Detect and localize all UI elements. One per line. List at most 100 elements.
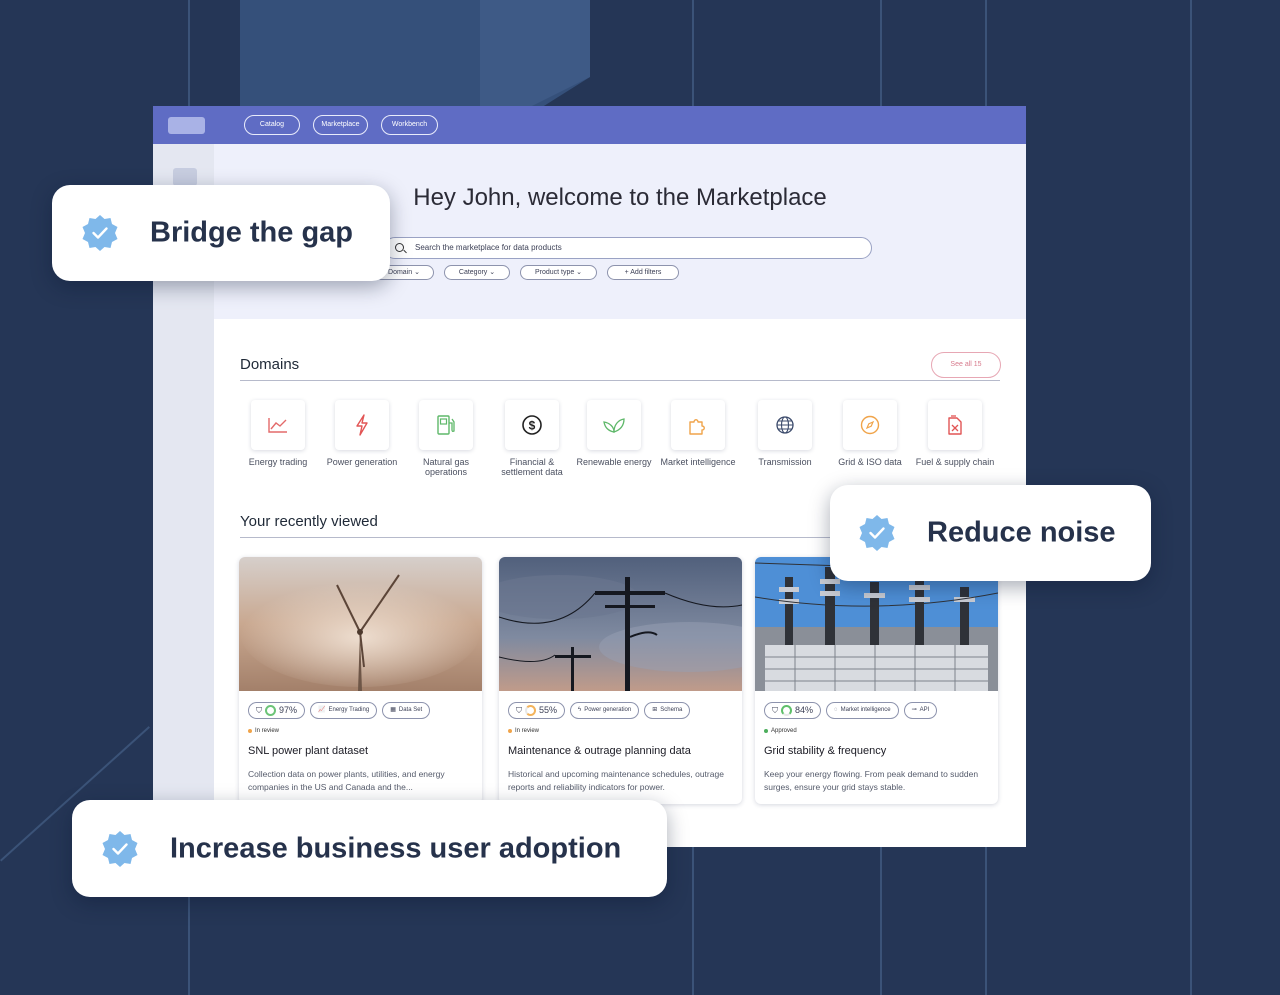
shield-check-icon: ⛉	[256, 706, 262, 715]
card-description: Collection data on power plants, utiliti…	[248, 769, 445, 792]
domain-label: Grid & ISO data	[838, 457, 902, 467]
domain-grid-iso[interactable]: Grid & ISO data	[830, 400, 910, 467]
chart-line-icon: 📈	[318, 707, 326, 713]
domain-financial[interactable]: $ Financial & settlement data	[492, 400, 572, 477]
domain-chip: ◌ Market intelligence	[826, 702, 899, 719]
type-chip: ⊞ Schema	[644, 702, 691, 719]
type-chip: ⊸ API	[903, 702, 938, 719]
score-ring	[781, 705, 792, 716]
domain-chip: ϟ Power generation	[570, 702, 640, 719]
globe-icon	[758, 400, 812, 450]
table-icon: ▦	[390, 707, 396, 713]
shield-check-icon: ⛉	[516, 706, 522, 715]
domain-chip: 📈 Energy Trading	[310, 702, 378, 719]
domain-label: Energy trading	[248, 457, 308, 467]
svg-text:$: $	[529, 419, 536, 433]
filter-category[interactable]: Category ⌄	[444, 265, 510, 280]
status-badge: Approved	[764, 728, 797, 734]
domain-label: Transmission	[758, 457, 812, 467]
search-icon	[395, 243, 404, 252]
domain-label: Fuel & supply chain	[915, 457, 995, 467]
type-tag: Data Set	[398, 707, 423, 713]
dollar-icon: $	[505, 400, 559, 450]
quality-score-chip: ⛉ 84%	[764, 702, 822, 719]
status-text: Approved	[771, 728, 797, 734]
status-badge: In review	[508, 728, 539, 734]
product-card[interactable]: ⛉ 84% ◌ Market intelligence ⊸ API Approv…	[755, 557, 998, 804]
status-dot	[764, 729, 768, 733]
search-input[interactable]: Search the marketplace for data products	[384, 237, 872, 259]
card-chips: ⛉ 97% 📈 Energy Trading ▦ Data Set	[248, 702, 431, 720]
wind-turbine-image	[239, 557, 482, 691]
card-chips: ⛉ 55% ϟ Power generation ⊞ Schema	[508, 702, 691, 720]
domain-label: Financial & settlement data	[501, 457, 563, 477]
power-pole-image	[499, 557, 742, 691]
compass-icon	[843, 400, 897, 450]
bolt-icon: ϟ	[578, 707, 582, 713]
domain-tag: Energy Trading	[328, 707, 370, 713]
quality-score-chip: ⛉ 97%	[248, 702, 306, 719]
schema-icon: ⊞	[652, 707, 658, 713]
type-chip: ▦ Data Set	[382, 702, 431, 719]
score-ring	[525, 705, 536, 716]
background-line	[1190, 0, 1192, 995]
card-title: Grid stability & frequency	[764, 745, 887, 757]
domain-market-intelligence[interactable]: Market intelligence	[658, 400, 738, 467]
nav-marketplace[interactable]: Marketplace	[313, 115, 368, 135]
status-dot	[248, 729, 252, 733]
domain-power-generation[interactable]: Power generation	[322, 400, 402, 467]
type-tag: API	[919, 707, 930, 713]
callout-bridge-the-gap: Bridge the gap	[52, 185, 390, 281]
callout-text: Bridge the gap	[150, 216, 354, 249]
app-logo[interactable]	[168, 117, 205, 134]
product-card[interactable]: ⛉ 55% ϟ Power generation ⊞ Schema In rev…	[499, 557, 742, 804]
quality-score: 55%	[539, 705, 558, 715]
puzzle-icon	[671, 400, 725, 450]
see-all-button[interactable]: See all 15	[931, 352, 1001, 378]
add-filters-button[interactable]: + Add filters	[607, 265, 679, 280]
verified-check-icon	[82, 215, 118, 251]
callout-adoption: Increase business user adoption	[72, 800, 667, 897]
domain-natural-gas[interactable]: Natural gas operations	[406, 400, 486, 477]
status-text: In review	[515, 728, 540, 734]
status-dot	[508, 729, 512, 733]
fuel-pump-icon	[419, 400, 473, 450]
domain-tag: Power generation	[584, 707, 632, 713]
quality-score: 97%	[279, 705, 298, 715]
domain-energy-trading[interactable]: Energy trading	[238, 400, 318, 467]
chart-line-icon	[251, 400, 305, 450]
domain-tag: Market intelligence	[840, 707, 891, 713]
status-text: In review	[255, 728, 280, 734]
domain-renewable[interactable]: Renewable energy	[574, 400, 654, 467]
domains-heading: Domains	[240, 356, 300, 373]
top-navigation-bar: Catalog Marketplace Workbench	[153, 106, 1026, 144]
verified-check-icon	[102, 830, 138, 867]
search-placeholder: Search the marketplace for data products	[415, 243, 562, 252]
product-card[interactable]: ⛉ 97% 📈 Energy Trading ▦ Data Set In rev…	[239, 557, 482, 804]
status-badge: In review	[248, 728, 279, 734]
card-description: Keep your energy flowing. From peak dema…	[764, 769, 979, 792]
filter-product-type[interactable]: Product type ⌄	[520, 265, 597, 280]
domain-transmission[interactable]: Transmission	[745, 400, 825, 467]
domain-label: Power generation	[326, 457, 398, 467]
callout-text: Reduce noise	[927, 516, 1116, 549]
shield-check-icon: ⛉	[772, 706, 778, 715]
link-icon: ⊸	[911, 707, 917, 713]
chat-icon: ◌	[834, 707, 838, 713]
bolt-icon	[335, 400, 389, 450]
card-title: SNL power plant dataset	[248, 745, 369, 757]
leaf-icon	[587, 400, 641, 450]
recently-viewed-heading: Your recently viewed	[240, 513, 378, 530]
sidebar-menu-icon[interactable]	[173, 168, 197, 186]
score-ring	[265, 705, 276, 716]
background-shape-highlight	[480, 0, 590, 110]
callout-text: Increase business user adoption	[170, 832, 622, 864]
domain-label: Market intelligence	[660, 457, 736, 467]
card-title: Maintenance & outrage planning data	[508, 745, 691, 757]
nav-catalog[interactable]: Catalog	[244, 115, 300, 135]
verified-check-icon	[859, 515, 895, 551]
divider	[240, 380, 1000, 381]
domain-label: Natural gas operations	[422, 457, 470, 477]
nav-workbench[interactable]: Workbench	[381, 115, 438, 135]
domain-fuel-supply[interactable]: Fuel & supply chain	[915, 400, 995, 467]
